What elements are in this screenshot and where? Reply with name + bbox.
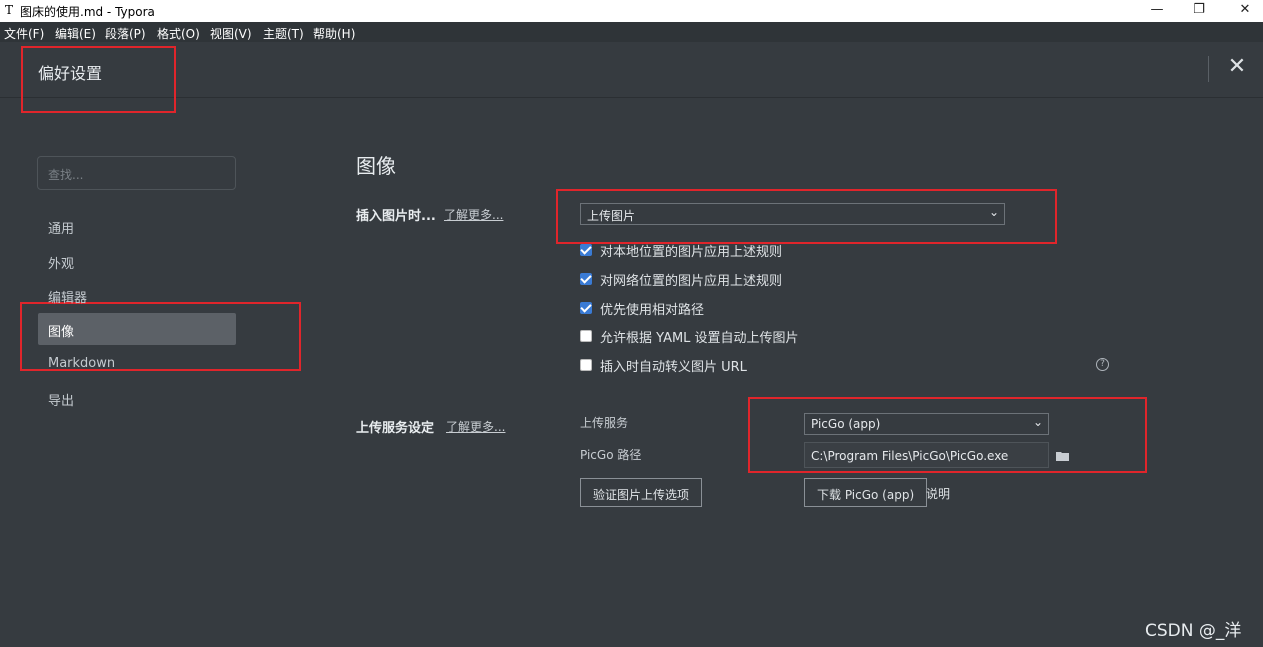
sidebar-item-image[interactable]: 图像 bbox=[38, 313, 236, 345]
menu-format[interactable]: 格式(O) bbox=[157, 25, 200, 42]
picgo-path-label: PicGo 路径 bbox=[580, 448, 642, 462]
upload-service-value: PicGo (app) bbox=[811, 417, 881, 431]
title-bar: T 图床的使用.md - Typora — ❐ ✕ bbox=[0, 0, 1263, 22]
upload-learn-more-link[interactable]: 了解更多... bbox=[446, 418, 505, 435]
help-icon[interactable]: ? bbox=[1096, 358, 1109, 371]
menu-bar: 文件(F) 编辑(E) 段落(P) 格式(O) 视图(V) 主题(T) 帮助(H… bbox=[0, 22, 1263, 42]
highlight-box-title bbox=[21, 46, 176, 113]
insert-image-label: 插入图片时... bbox=[356, 209, 436, 224]
picgo-path-input[interactable]: C:\Program Files\PicGo\PicGo.exe bbox=[804, 442, 1049, 468]
insert-image-select-value: 上传图片 bbox=[587, 209, 636, 223]
checkbox-row-yaml[interactable]: 允许根据 YAML 设置自动上传图片 bbox=[580, 327, 799, 346]
window-close-button[interactable]: ✕ bbox=[1222, 0, 1263, 22]
checkbox-label-relative: 优先使用相对路径 bbox=[600, 302, 705, 318]
checkbox-row-escape-url[interactable]: 插入时自动转义图片 URL bbox=[580, 356, 747, 375]
close-icon[interactable]: ✕ bbox=[1226, 56, 1248, 78]
checkbox-network-images[interactable] bbox=[580, 273, 592, 285]
checkbox-row-local[interactable]: 对本地位置的图片应用上述规则 bbox=[580, 241, 783, 260]
checkbox-label-network: 对网络位置的图片应用上述规则 bbox=[600, 273, 783, 289]
checkbox-label-yaml: 允许根据 YAML 设置自动上传图片 bbox=[600, 330, 799, 346]
minimize-button[interactable]: — bbox=[1134, 0, 1180, 22]
checkbox-label-escape-url: 插入时自动转义图片 URL bbox=[600, 359, 747, 375]
csdn-watermark: CSDN @_洋 bbox=[1145, 621, 1242, 641]
upload-service-label: 上传服务 bbox=[580, 416, 629, 430]
upload-service-settings-label: 上传服务设定 bbox=[356, 421, 435, 436]
chevron-down-icon: ⌄ bbox=[988, 205, 999, 219]
checkbox-label-local: 对本地位置的图片应用上述规则 bbox=[600, 244, 783, 260]
sidebar-item-general[interactable]: 通用 bbox=[38, 210, 236, 242]
menu-edit[interactable]: 编辑(E) bbox=[55, 25, 96, 42]
sidebar-item-markdown[interactable]: Markdown bbox=[38, 348, 236, 380]
menu-help[interactable]: 帮助(H) bbox=[313, 25, 355, 42]
menu-view[interactable]: 视图(V) bbox=[210, 25, 252, 42]
download-picgo-button[interactable]: 下载 PicGo (app) bbox=[804, 478, 928, 507]
verify-upload-button[interactable]: 验证图片上传选项 bbox=[580, 478, 703, 507]
checkbox-yaml-upload[interactable] bbox=[580, 330, 592, 342]
menu-paragraph[interactable]: 段落(P) bbox=[105, 25, 146, 42]
header-divider bbox=[1208, 56, 1209, 82]
checkbox-row-network[interactable]: 对网络位置的图片应用上述规则 bbox=[580, 270, 783, 289]
menu-file[interactable]: 文件(F) bbox=[4, 25, 44, 42]
checkbox-local-images[interactable] bbox=[580, 244, 592, 256]
window-title: 图床的使用.md - Typora bbox=[20, 5, 155, 19]
checkbox-row-relative[interactable]: 优先使用相对路径 bbox=[580, 299, 705, 318]
folder-icon[interactable] bbox=[1056, 451, 1069, 461]
insert-learn-more-link[interactable]: 了解更多... bbox=[444, 206, 503, 223]
sidebar-item-editor[interactable]: 编辑器 bbox=[38, 279, 236, 311]
section-title: 图像 bbox=[356, 154, 396, 178]
preferences-header: 偏好设置 ✕ bbox=[0, 42, 1263, 98]
maximize-button[interactable]: ❐ bbox=[1176, 0, 1222, 22]
checkbox-escape-url[interactable] bbox=[580, 359, 592, 371]
search-input[interactable]: 查找... bbox=[37, 156, 236, 190]
sidebar-item-export[interactable]: 导出 bbox=[38, 382, 236, 414]
sidebar-item-appearance[interactable]: 外观 bbox=[38, 245, 236, 277]
insert-image-select[interactable]: 上传图片 ⌄ bbox=[580, 203, 1005, 225]
checkbox-relative-path[interactable] bbox=[580, 302, 592, 314]
chevron-down-icon: ⌄ bbox=[1032, 415, 1043, 429]
explain-link[interactable]: 说明 bbox=[926, 485, 950, 502]
upload-service-select[interactable]: PicGo (app) ⌄ bbox=[804, 413, 1049, 435]
menu-theme[interactable]: 主题(T) bbox=[263, 25, 304, 42]
typora-app-icon: T bbox=[5, 3, 14, 17]
